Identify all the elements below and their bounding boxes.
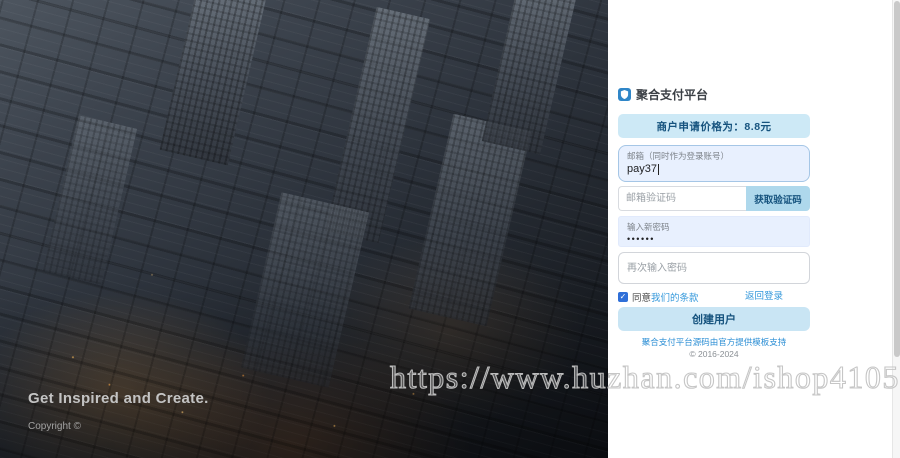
verification-code-row: 获取验证码 (618, 186, 810, 211)
footer-support-link[interactable]: 聚合支付平台源码由官方提供模板支持 (618, 336, 810, 348)
city-tower (160, 0, 271, 165)
email-field[interactable]: 邮箱（同时作为登录账号） pay37 (618, 145, 810, 182)
email-label: 邮箱（同时作为登录账号） (627, 151, 801, 162)
verification-code-input[interactable] (618, 186, 746, 211)
scrollbar-thumb[interactable] (894, 1, 900, 357)
payment-logo-icon (618, 88, 631, 101)
price-banner: 商户申请价格为：8.8元 (618, 114, 810, 138)
create-user-button[interactable]: 创建用户 (618, 307, 810, 331)
city-tower (43, 115, 137, 284)
signup-form: 聚合支付平台 商户申请价格为：8.8元 邮箱（同时作为登录账号） pay37 获… (618, 0, 810, 458)
city-tower (241, 192, 369, 388)
brand-name: 聚合支付平台 (636, 86, 708, 103)
city-tower (409, 114, 532, 327)
signup-page: Get Inspired and Create. Copyright © 聚合支… (0, 0, 900, 458)
confirm-password-input[interactable] (618, 252, 810, 284)
city-tower (325, 7, 430, 243)
hero-copyright: Copyright © (28, 421, 81, 432)
footer-copyright: © 2016-2024 (618, 349, 810, 359)
password-dots: •••••• (627, 233, 801, 246)
brand: 聚合支付平台 (618, 86, 708, 103)
scrollbar-track[interactable] (892, 0, 900, 458)
text-cursor (658, 164, 659, 175)
hero-photo: Get Inspired and Create. Copyright © (0, 0, 608, 458)
get-code-button[interactable]: 获取验证码 (746, 186, 810, 211)
terms-prefix: 同意 (632, 290, 651, 304)
email-value: pay37 (627, 162, 801, 177)
hero-tagline: Get Inspired and Create. (28, 390, 209, 407)
new-password-field[interactable]: 输入新密码 •••••• (618, 216, 810, 247)
signup-panel: 聚合支付平台 商户申请价格为：8.8元 邮箱（同时作为登录账号） pay37 获… (608, 0, 900, 458)
terms-checkbox[interactable]: ✓ (618, 292, 628, 302)
terms-link[interactable]: 我们的条款 (651, 290, 699, 304)
new-password-label: 输入新密码 (627, 222, 801, 233)
terms-row: ✓ 同意 我们的条款 返回登录 (618, 290, 810, 303)
back-to-login-link[interactable]: 返回登录 (745, 290, 783, 303)
city-tower (482, 0, 579, 155)
